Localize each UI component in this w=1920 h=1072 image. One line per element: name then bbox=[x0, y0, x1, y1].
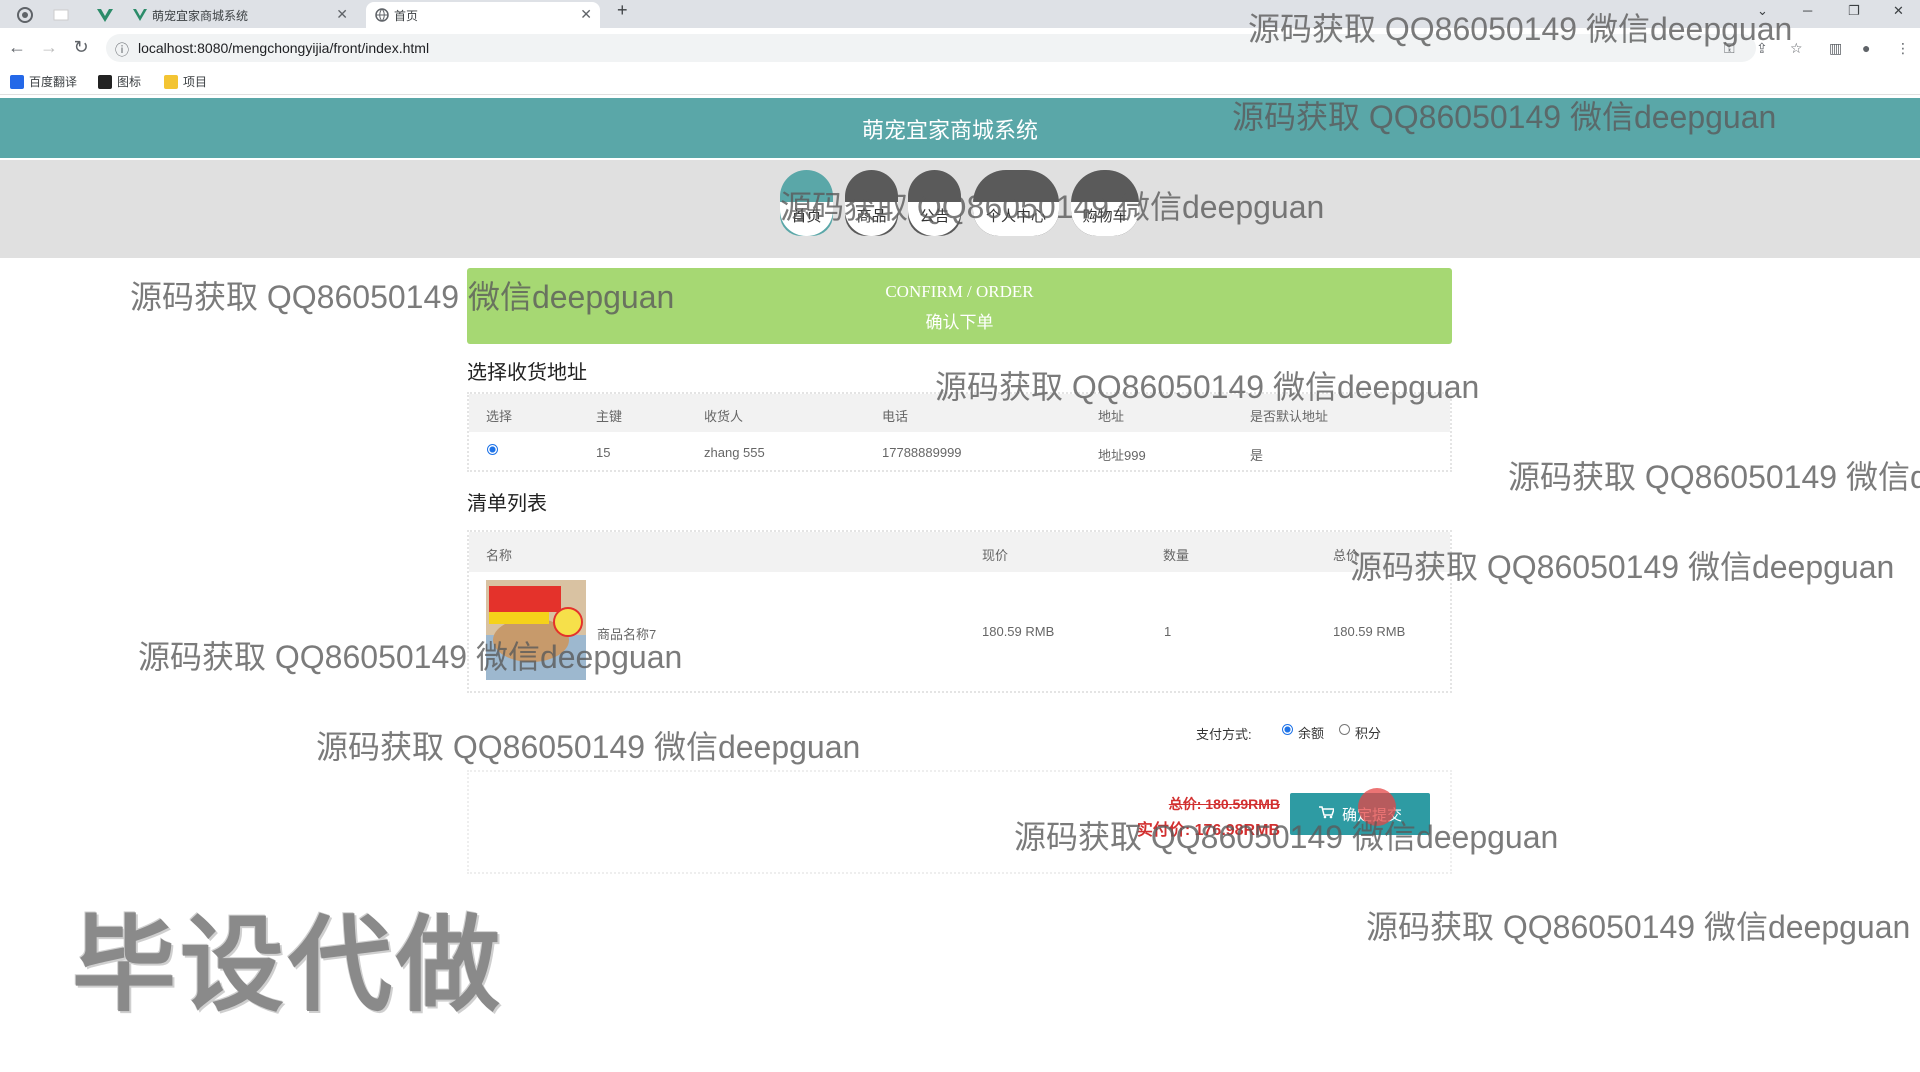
address-radio[interactable] bbox=[487, 444, 498, 455]
product-price: 180.59 RMB bbox=[982, 624, 1055, 639]
watermark-text: 源码获取 QQ86050149 微信deepguan bbox=[780, 189, 1325, 225]
col-select: 选择 bbox=[486, 409, 513, 424]
bookmark-label: 百度翻译 bbox=[29, 75, 78, 89]
watermark-big: 毕设代做 bbox=[72, 908, 505, 1024]
restore-icon[interactable]: ❐ bbox=[1848, 3, 1860, 19]
close-icon[interactable]: ✕ bbox=[336, 6, 348, 23]
payment-label: 支付方式: bbox=[1196, 727, 1252, 742]
tab-home[interactable]: 首页 ✕ bbox=[366, 2, 600, 28]
watermark-text: 源码获取 QQ86050149 微信deepguan bbox=[1232, 99, 1777, 135]
translate-icon bbox=[10, 74, 24, 89]
sidepanel-icon[interactable]: ▥ bbox=[1829, 40, 1842, 57]
address-consignee: zhang 555 bbox=[704, 445, 765, 460]
close-icon[interactable]: ✕ bbox=[580, 6, 592, 23]
folder-icon bbox=[164, 74, 178, 89]
image-icon bbox=[98, 74, 112, 89]
address-section-title: 选择收货地址 bbox=[467, 362, 587, 384]
back-icon[interactable]: ← bbox=[6, 37, 28, 58]
watermark-text: 源码获取 QQ86050149 微信deepguan bbox=[1366, 909, 1911, 945]
bookmark-label: 图标 bbox=[117, 75, 142, 89]
col-address: 地址 bbox=[1098, 409, 1125, 424]
product-qty: 1 bbox=[1164, 624, 1172, 639]
watermark-text: 源码获取 QQ86050149 微信deepguan bbox=[935, 369, 1480, 405]
watermark-text: 源码获取 QQ86050149 微信deepguan bbox=[316, 729, 861, 765]
address-text: 地址999 bbox=[1098, 448, 1146, 463]
address-id: 15 bbox=[596, 445, 611, 460]
minimize-icon[interactable]: ─ bbox=[1803, 3, 1812, 18]
watermark-text: 源码获取 QQ86050149 微信deepguan bbox=[1350, 549, 1895, 585]
vue-tab-icon[interactable] bbox=[94, 4, 116, 26]
bookmark-translate[interactable]: 百度翻译 bbox=[10, 73, 77, 90]
total-price: 总价: 180.59RMB bbox=[1168, 796, 1280, 812]
col-id: 主键 bbox=[596, 409, 623, 424]
vue-icon bbox=[133, 8, 147, 22]
globe-icon bbox=[375, 8, 389, 22]
product-total: 180.59 RMB bbox=[1333, 624, 1406, 639]
bookmark-label: 项目 bbox=[183, 75, 208, 89]
col-consignee: 收货人 bbox=[704, 409, 744, 424]
tab-title: 萌宠宜家商城系统 bbox=[152, 8, 249, 23]
col-phone: 电话 bbox=[882, 409, 909, 424]
payment-points-label: 积分 bbox=[1355, 726, 1382, 741]
col-price: 现价 bbox=[982, 548, 1009, 563]
payment-balance-radio[interactable] bbox=[1282, 724, 1293, 735]
watermark-text: 源码获取 QQ86050149 微信d bbox=[1508, 459, 1920, 495]
url-text[interactable]: localhost:8080/mengchongyijia/front/inde… bbox=[138, 40, 429, 56]
forward-icon[interactable]: → bbox=[38, 37, 60, 58]
watermark-text: 源码获取 QQ86050149 微信deepguan bbox=[1014, 819, 1559, 855]
tab-mall-system[interactable]: 萌宠宜家商城系统 ✕ bbox=[124, 2, 356, 28]
tab-title: 首页 bbox=[394, 8, 419, 23]
blank-tab-icon[interactable] bbox=[50, 4, 72, 26]
col-default: 是否默认地址 bbox=[1250, 409, 1329, 424]
bookmark-projects[interactable]: 项目 bbox=[164, 73, 207, 90]
address-phone: 17788889999 bbox=[882, 445, 962, 460]
close-window-icon[interactable]: ✕ bbox=[1893, 3, 1904, 19]
payment-points-radio[interactable] bbox=[1339, 724, 1350, 735]
profile-icon[interactable]: ● bbox=[1862, 40, 1870, 56]
reload-icon[interactable]: ↻ bbox=[70, 37, 92, 58]
bookmark-icons[interactable]: 图标 bbox=[98, 73, 141, 90]
table-header bbox=[469, 532, 1450, 572]
info-icon[interactable]: ⓘ bbox=[115, 40, 129, 60]
watermark-text: 源码获取 QQ86050149 微信deepguan bbox=[1248, 11, 1793, 47]
col-qty: 数量 bbox=[1163, 548, 1190, 563]
address-default: 是 bbox=[1250, 448, 1264, 463]
col-name: 名称 bbox=[486, 548, 513, 563]
new-tab-button[interactable]: + bbox=[617, 0, 628, 21]
watermark-text: 源码获取 QQ86050149 微信deepguan bbox=[130, 279, 675, 315]
bookmarks-bar bbox=[0, 68, 1920, 95]
chrome-icon[interactable] bbox=[14, 4, 36, 26]
payment-balance-label: 余额 bbox=[1298, 726, 1325, 741]
watermark-text: 源码获取 QQ86050149 微信deepguan bbox=[138, 639, 683, 675]
items-section-title: 清单列表 bbox=[467, 493, 547, 515]
menu-icon[interactable]: ⋮ bbox=[1896, 40, 1910, 57]
